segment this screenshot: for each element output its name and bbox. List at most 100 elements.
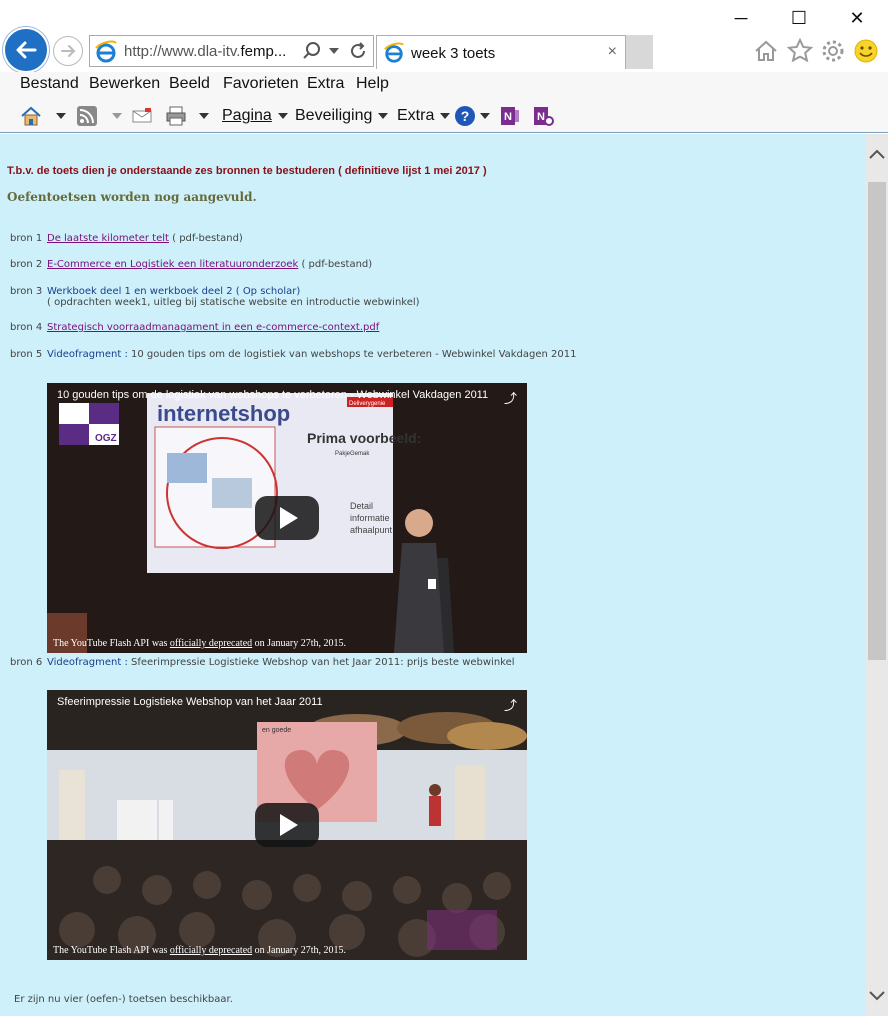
address-bar[interactable]: http://www.dla-itv.femp...: [89, 35, 374, 67]
home-command[interactable]: [20, 104, 66, 128]
menu-beeld[interactable]: Beeld: [169, 75, 210, 93]
chevron-up-icon[interactable]: [866, 144, 888, 164]
share-icon[interactable]: ⤴: [504, 388, 517, 407]
feedback-button[interactable]: [852, 37, 880, 65]
home-icon: [755, 40, 777, 61]
menu-bestand[interactable]: Bestand: [20, 75, 79, 93]
menu-bewerken[interactable]: Bewerken: [89, 75, 160, 93]
minimize-button[interactable]: ─: [712, 0, 770, 36]
play-button[interactable]: [255, 803, 319, 847]
slide-badge: Deliverygenie: [349, 401, 386, 407]
source-text: 10 gouden tips om de logistiek van websh…: [127, 349, 577, 360]
source-item: bron 1 De laatste kilometer telt ( pdf-be…: [10, 233, 243, 244]
home-button[interactable]: [752, 37, 780, 65]
smiley-icon: [854, 39, 878, 63]
source-item: bron 3 Werkboek deel 1 en werkboek deel 2…: [10, 286, 420, 308]
forward-button[interactable]: [53, 36, 83, 66]
slide-line: afhaalpunt: [350, 525, 393, 535]
chevron-down-icon: [277, 113, 288, 119]
menu-bar: Bestand Bewerken Beeld Favorieten Extra …: [0, 72, 888, 100]
video-player[interactable]: internetshop Prima voorbeeld: PakjeGemak…: [47, 383, 527, 653]
source-item: bron 5 Videofragment : 10 gouden tips om …: [10, 349, 577, 360]
chevron-down-icon[interactable]: [56, 113, 66, 119]
deprecation-link[interactable]: officially deprecated: [170, 945, 252, 956]
back-button[interactable]: [3, 27, 49, 73]
home-icon: [21, 106, 41, 126]
ie-logo-icon: [95, 40, 117, 63]
video-player[interactable]: en goede Sfeerimpressie Logistieke Websh…: [47, 690, 527, 960]
pagina-menu[interactable]: Pagina: [222, 104, 288, 128]
slide-logo: OGZ: [95, 433, 117, 444]
chevron-down-icon: [480, 113, 490, 119]
ie-logo-icon: [384, 42, 404, 63]
help-icon: ?: [455, 106, 475, 126]
video-title: 10 gouden tips om de logistiek van websh…: [57, 389, 489, 401]
onenote-send-button[interactable]: N: [499, 104, 521, 128]
maximize-button[interactable]: ☐: [770, 0, 828, 36]
deprecation-link[interactable]: officially deprecated: [170, 638, 252, 649]
scrollbar-thumb[interactable]: [868, 182, 886, 660]
feeds-command[interactable]: [76, 104, 122, 128]
gear-icon: [822, 40, 844, 62]
chevron-down-icon: [378, 113, 389, 119]
source-subtext: ( opdrachten week1, uitleg bij statische…: [47, 297, 420, 308]
slide-brand2: PakjeGemak: [335, 451, 370, 457]
source-link[interactable]: E-Commerce en Logistiek een literatuuron…: [47, 259, 298, 270]
intro-text: T.b.v. de toets dien je onderstaande zes…: [7, 165, 487, 177]
chevron-down-icon[interactable]: [112, 113, 122, 119]
rss-icon: [77, 106, 97, 126]
source-note: ( pdf-bestand): [298, 259, 373, 270]
source-label: bron 6: [10, 657, 43, 668]
footer-text: Er zijn nu vier (oefen-) toetsen beschik…: [14, 994, 233, 1005]
pagina-label: Pagina: [222, 107, 272, 124]
menu-extra[interactable]: Extra: [307, 75, 344, 93]
tools-button[interactable]: [819, 37, 847, 65]
tab-active[interactable]: week 3 toets ×: [376, 35, 626, 69]
slide-line: Detail: [350, 501, 373, 511]
extra-menu[interactable]: Extra: [397, 104, 451, 128]
practice-notice: Oefentoetsen worden nog aangevuld.: [7, 190, 257, 204]
refresh-icon[interactable]: [348, 41, 368, 61]
close-button[interactable]: ✕: [828, 0, 886, 36]
slide-line: informatie: [350, 513, 390, 523]
chevron-down-icon[interactable]: [328, 46, 340, 56]
url-text[interactable]: http://www.dla-itv.femp...: [124, 43, 286, 60]
slide-brand: internetshop: [157, 401, 290, 426]
title-bar: ─ ☐ ✕: [0, 0, 888, 36]
chevron-down-icon[interactable]: [199, 113, 209, 119]
chevron-down-icon[interactable]: [866, 986, 888, 1006]
beveiliging-menu[interactable]: Beveiliging: [295, 104, 389, 128]
tab-close-button[interactable]: ×: [608, 43, 617, 61]
vertical-scrollbar[interactable]: [866, 134, 888, 1016]
menu-favorieten[interactable]: Favorieten: [223, 75, 299, 93]
source-link[interactable]: De laatste kilometer telt: [47, 233, 169, 244]
share-icon[interactable]: ⤴: [504, 695, 517, 714]
source-label: bron 2: [10, 259, 43, 270]
onenote-linked-button[interactable]: N: [532, 104, 554, 128]
chevron-down-icon: [440, 113, 451, 119]
new-tab-button[interactable]: [626, 35, 653, 69]
video-title: Sfeerimpressie Logistieke Webshop van he…: [57, 696, 323, 708]
mail-command[interactable]: [131, 104, 153, 128]
mail-icon: [132, 108, 152, 123]
onenote-linked-icon: N: [534, 107, 554, 126]
arrow-left-icon: [16, 41, 37, 59]
page-content: T.b.v. de toets dien je onderstaande zes…: [0, 134, 866, 1016]
source-label: bron 1: [10, 233, 43, 244]
flash-deprecation-note: The YouTube Flash API was officially dep…: [53, 638, 347, 649]
svg-text:N: N: [504, 111, 512, 123]
source-label: bron 4: [10, 322, 43, 333]
menu-help[interactable]: Help: [356, 75, 389, 93]
search-icon[interactable]: [302, 41, 322, 61]
source-link[interactable]: Strategisch voorraadmanagament in een e-…: [47, 322, 379, 333]
arrow-right-icon: [61, 45, 76, 57]
source-note: ( pdf-bestand): [168, 233, 243, 244]
source-label: bron 3: [10, 286, 43, 297]
source-item: bron 6 Videofragment : Sfeerimpressie Log…: [10, 657, 515, 668]
source-label: bron 5: [10, 349, 43, 360]
beveiliging-label: Beveiliging: [295, 107, 373, 124]
help-command[interactable]: ?: [454, 104, 490, 128]
play-button[interactable]: [255, 496, 319, 540]
print-command[interactable]: [165, 104, 209, 128]
favorites-button[interactable]: [786, 37, 814, 65]
